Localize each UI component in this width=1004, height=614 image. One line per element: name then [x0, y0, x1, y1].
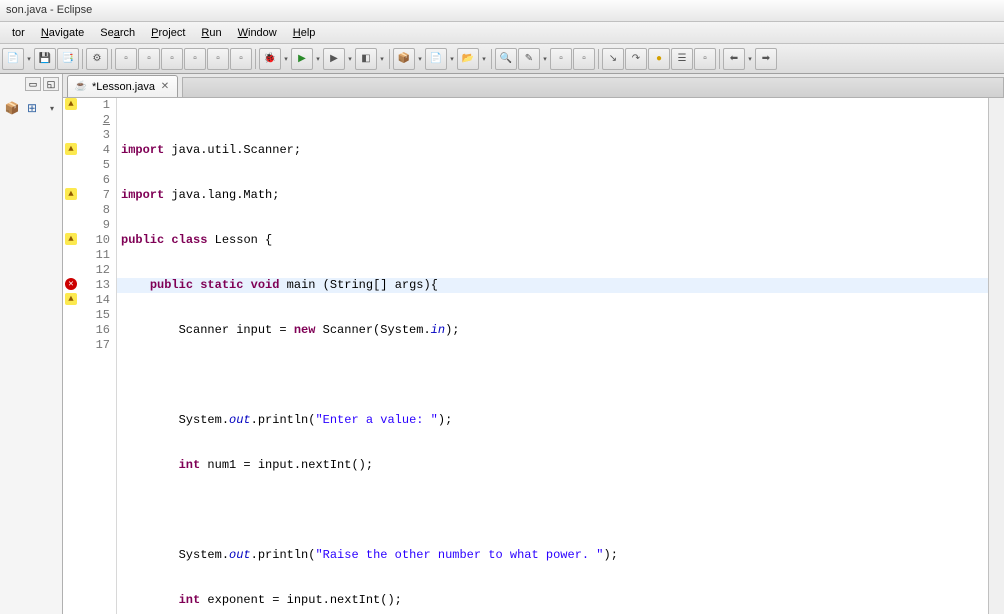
line-number: 6 [79, 173, 110, 188]
tool-c[interactable]: ▫ [161, 48, 183, 70]
tool-build[interactable]: ⚙ [86, 48, 108, 70]
line-number: 10 [79, 233, 110, 248]
warning-marker-icon[interactable]: ▲ [65, 293, 77, 305]
menu-editor[interactable]: tor [4, 24, 33, 42]
tool-task-dd[interactable]: ▾ [541, 48, 549, 70]
menu-run[interactable]: Run [193, 24, 229, 42]
tool-open-dd[interactable]: ▾ [480, 48, 488, 70]
line-number: 13 [79, 278, 110, 293]
menu-project[interactable]: Project [143, 24, 193, 42]
line-number: 16 [79, 323, 110, 338]
menubar: tor Navigate Search Project Run Window H… [0, 22, 1004, 44]
tab-strip [182, 77, 1004, 97]
tool-e[interactable]: ▫ [207, 48, 229, 70]
toolbar-separator [719, 49, 720, 69]
toolbar-separator [598, 49, 599, 69]
tool-i[interactable]: ▫ [694, 48, 716, 70]
line-number: 4 [79, 143, 110, 158]
tool-debug[interactable]: 🐞 [259, 48, 281, 70]
tool-stepover[interactable]: ↷ [625, 48, 647, 70]
line-number: 12 [79, 263, 110, 278]
menu-help[interactable]: Help [285, 24, 324, 42]
package-explorer-icon[interactable]: 📦 [4, 100, 20, 116]
tool-resume[interactable]: ☰ [671, 48, 693, 70]
tool-saveall[interactable]: 📑 [57, 48, 79, 70]
toolbar: 📄▾ 💾 📑 ⚙ ▫ ▫ ▫ ▫ ▫ ▫ 🐞▾ ▶▾ ▶▾ ◧▾ 📦▾ 📄▾ 📂… [0, 44, 1004, 74]
marker-column: ▲ ▲ ▲ ▲ ✕ ▲ [63, 98, 79, 614]
tool-stepout[interactable]: ● [648, 48, 670, 70]
line-number: 9 [79, 218, 110, 233]
tool-new-dd[interactable]: ▾ [25, 48, 33, 70]
menu-search[interactable]: Search [92, 24, 143, 42]
line-number: 2 [79, 113, 110, 128]
line-number-gutter: 1 2 3 4 5 6 7 8 9 10 11 12 13 14 15 16 1… [79, 98, 117, 614]
view-menu-icon[interactable]: ▾ [44, 100, 60, 116]
tool-newclass-dd[interactable]: ▾ [448, 48, 456, 70]
tool-save[interactable]: 💾 [34, 48, 56, 70]
tool-b[interactable]: ▫ [138, 48, 160, 70]
line-number: 3 [79, 128, 110, 143]
tool-runlast-dd[interactable]: ▾ [346, 48, 354, 70]
error-marker-icon[interactable]: ✕ [65, 278, 77, 290]
side-panel: ▭ ◱ 📦 ⊞ ▾ [0, 74, 63, 614]
toolbar-separator [255, 49, 256, 69]
line-number: 11 [79, 248, 110, 263]
tool-a[interactable]: ▫ [115, 48, 137, 70]
editor-tab-row: ☕ *Lesson.java ✕ [63, 74, 1004, 98]
warning-marker-icon[interactable]: ▲ [65, 98, 77, 110]
main-area: ▭ ◱ 📦 ⊞ ▾ ☕ *Lesson.java ✕ ▲ ▲ ▲ ▲ ✕ [0, 74, 1004, 614]
hierarchy-icon[interactable]: ⊞ [24, 100, 40, 116]
tool-back-dd[interactable]: ▾ [746, 48, 754, 70]
tool-back[interactable]: ⬅ [723, 48, 745, 70]
line-number: 8 [79, 203, 110, 218]
tool-newpkg[interactable]: 📦 [393, 48, 415, 70]
line-number: 1 [79, 98, 110, 113]
tool-newclass[interactable]: 📄 [425, 48, 447, 70]
tool-ext[interactable]: ◧ [355, 48, 377, 70]
vertical-scrollbar[interactable] [988, 98, 1004, 614]
minimize-view-button[interactable]: ▭ [25, 77, 41, 91]
java-file-icon: ☕ [74, 80, 88, 94]
line-number: 7 [79, 188, 110, 203]
tab-label: *Lesson.java [92, 81, 155, 93]
toolbar-separator [389, 49, 390, 69]
tool-new[interactable]: 📄 [2, 48, 24, 70]
menu-window[interactable]: Window [230, 24, 285, 42]
window-title: son.java - Eclipse [6, 4, 92, 16]
window-titlebar: son.java - Eclipse [0, 0, 1004, 22]
line-number: 17 [79, 338, 110, 353]
toolbar-separator [111, 49, 112, 69]
tool-g[interactable]: ▫ [550, 48, 572, 70]
tool-d[interactable]: ▫ [184, 48, 206, 70]
tool-stepinto[interactable]: ↘ [602, 48, 624, 70]
restore-view-button[interactable]: ◱ [43, 77, 59, 91]
tool-open[interactable]: 📂 [457, 48, 479, 70]
warning-marker-icon[interactable]: ▲ [65, 188, 77, 200]
tool-debug-dd[interactable]: ▾ [282, 48, 290, 70]
toolbar-separator [491, 49, 492, 69]
warning-marker-icon[interactable]: ▲ [65, 143, 77, 155]
tool-newpkg-dd[interactable]: ▾ [416, 48, 424, 70]
tool-task[interactable]: ✎ [518, 48, 540, 70]
tool-ext-dd[interactable]: ▾ [378, 48, 386, 70]
editor-panel: ☕ *Lesson.java ✕ ▲ ▲ ▲ ▲ ✕ ▲ 1 2 3 4 5 6 [63, 74, 1004, 614]
toolbar-separator [82, 49, 83, 69]
tool-search2[interactable]: 🔍 [495, 48, 517, 70]
code-content[interactable]: import java.util.Scanner; import java.la… [117, 98, 1004, 614]
editor-tab-lesson[interactable]: ☕ *Lesson.java ✕ [67, 75, 178, 97]
tool-runlast[interactable]: ▶ [323, 48, 345, 70]
code-editor[interactable]: ▲ ▲ ▲ ▲ ✕ ▲ 1 2 3 4 5 6 7 8 9 10 11 12 1… [63, 98, 1004, 614]
tool-h[interactable]: ▫ [573, 48, 595, 70]
line-number: 15 [79, 308, 110, 323]
warning-marker-icon[interactable]: ▲ [65, 233, 77, 245]
tool-f[interactable]: ▫ [230, 48, 252, 70]
tool-run-dd[interactable]: ▾ [314, 48, 322, 70]
line-number: 14 [79, 293, 110, 308]
line-number: 5 [79, 158, 110, 173]
tool-run[interactable]: ▶ [291, 48, 313, 70]
menu-navigate[interactable]: Navigate [33, 24, 92, 42]
close-tab-icon[interactable]: ✕ [159, 81, 171, 93]
tool-fwd[interactable]: ➡ [755, 48, 777, 70]
